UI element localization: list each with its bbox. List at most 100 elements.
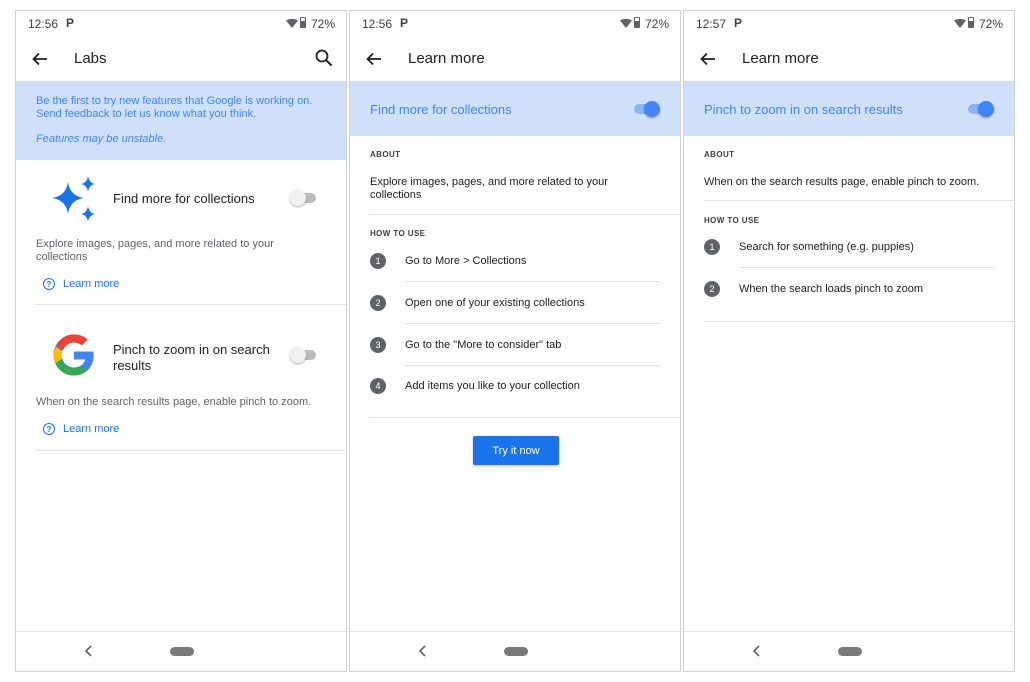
step-text: Add items you like to your collection [405, 380, 580, 392]
nav-home-pill[interactable] [170, 647, 194, 656]
step-divider [405, 323, 660, 324]
divider [370, 417, 680, 418]
help-circle-icon: ? [43, 423, 55, 435]
step-text: Search for something (e.g. puppies) [739, 241, 914, 253]
step-text: Go to More > Collections [405, 255, 527, 267]
learn-more-label: Learn more [63, 423, 120, 435]
arrow-left-icon[interactable] [30, 49, 50, 69]
feature-toggle[interactable] [632, 101, 660, 117]
about-text: When on the search results page, enable … [704, 176, 980, 188]
learn-more-collections-screen: 12:56 P 72% Learn more Find more for col… [349, 10, 681, 672]
system-nav-bar [16, 631, 346, 671]
search-icon[interactable] [314, 48, 334, 68]
divider [36, 450, 346, 451]
battery-percent: 72% [644, 17, 669, 31]
step-text: Open one of your existing collections [405, 297, 585, 309]
feature-name: Find more for collections [370, 102, 512, 117]
about-text: Explore images, pages, and more related … [370, 176, 608, 201]
learn-more-pinch-zoom-screen: 12:57 P 72% Learn more Pinch to zoom in … [683, 10, 1015, 672]
how-to-heading: HOW TO USE [370, 229, 426, 238]
toggle-thumb [290, 347, 306, 363]
status-time: 12:56 [28, 17, 59, 31]
arrow-left-icon[interactable] [698, 49, 718, 69]
app-bar: Learn more [350, 37, 680, 81]
parking-icon: P [400, 16, 409, 30]
nav-back-icon[interactable] [750, 644, 764, 658]
experiment-title-collections: Find more for collections [113, 191, 255, 206]
battery-icon [300, 17, 306, 28]
status-bar: 12:56 P 72% [16, 11, 346, 37]
app-bar: Labs [16, 37, 346, 81]
about-heading: ABOUT [704, 150, 735, 159]
toggle-thumb [644, 101, 660, 117]
feature-banner: Find more for collections [350, 81, 680, 136]
parking-icon: P [734, 16, 743, 30]
about-heading: ABOUT [370, 150, 401, 159]
parking-icon: P [66, 16, 75, 30]
toggle-thumb [290, 190, 306, 206]
status-time: 12:57 [696, 17, 727, 31]
status-bar: 12:56 P 72% [350, 11, 680, 37]
toggle-collections[interactable] [290, 190, 318, 206]
banner-line-2: Send feedback to let us know what you th… [36, 108, 257, 120]
system-nav-bar [350, 631, 680, 671]
wifi-icon [286, 19, 298, 28]
divider [704, 321, 1014, 322]
divider [370, 214, 680, 215]
step-item: 2 Open one of your existing collections [370, 295, 660, 337]
arrow-left-icon[interactable] [364, 49, 384, 69]
nav-home-pill[interactable] [838, 647, 862, 656]
app-bar: Learn more [684, 37, 1014, 81]
page-title: Learn more [408, 50, 485, 67]
experiment-title-pinch-zoom: Pinch to zoom in on search results [113, 342, 270, 373]
google-g-logo [53, 334, 94, 376]
step-number: 4 [370, 378, 386, 394]
page-title: Labs [74, 50, 107, 67]
toggle-thumb [978, 101, 994, 117]
step-item: 4 Add items you like to your collection [370, 378, 660, 420]
try-it-now-button[interactable]: Try it now [473, 436, 559, 465]
labs-screen: 12:56 P 72% Labs Be the first to try new… [15, 10, 347, 672]
page-title: Learn more [742, 50, 819, 67]
how-to-heading: HOW TO USE [704, 216, 760, 225]
step-number: 2 [370, 295, 386, 311]
feature-name: Pinch to zoom in on search results [704, 102, 903, 117]
status-time: 12:56 [362, 17, 393, 31]
divider [36, 304, 346, 305]
step-divider [405, 281, 660, 282]
battery-percent: 72% [978, 17, 1003, 31]
step-item: 2 When the search loads pinch to zoom [704, 281, 994, 323]
battery-icon [634, 17, 640, 28]
experiment-desc-collections: Explore images, pages, and more related … [36, 238, 274, 263]
feature-toggle[interactable] [966, 101, 994, 117]
step-divider [405, 365, 660, 366]
banner-note: Features may be unstable. [36, 133, 167, 145]
labs-info-banner: Be the first to try new features that Go… [16, 81, 346, 160]
learn-more-link-pinch-zoom[interactable]: ? Learn more [43, 423, 119, 435]
wifi-icon [954, 19, 966, 28]
step-text: Go to the "More to consider" tab [405, 339, 562, 351]
divider [704, 200, 1014, 201]
nav-back-icon[interactable] [416, 644, 430, 658]
step-item: 1 Search for something (e.g. puppies) [704, 239, 994, 281]
learn-more-label: Learn more [63, 278, 120, 290]
system-nav-bar [684, 631, 1014, 671]
experiment-desc-pinch-zoom: When on the search results page, enable … [36, 396, 312, 408]
step-text: When the search loads pinch to zoom [739, 283, 924, 295]
step-divider [739, 267, 994, 268]
step-item: 3 Go to the "More to consider" tab [370, 337, 660, 379]
step-number: 2 [704, 281, 720, 297]
nav-home-pill[interactable] [504, 647, 528, 656]
battery-percent: 72% [310, 17, 335, 31]
step-item: 1 Go to More > Collections [370, 253, 660, 295]
nav-back-icon[interactable] [82, 644, 96, 658]
help-circle-icon: ? [43, 278, 55, 290]
banner-line-1: Be the first to try new features that Go… [36, 95, 313, 107]
wifi-icon [620, 19, 632, 28]
toggle-pinch-zoom[interactable] [290, 347, 318, 363]
feature-banner: Pinch to zoom in on search results [684, 81, 1014, 136]
sparkle-icon [52, 176, 95, 222]
step-number: 1 [704, 239, 720, 255]
learn-more-link-collections[interactable]: ? Learn more [43, 278, 119, 290]
battery-icon [968, 17, 974, 28]
